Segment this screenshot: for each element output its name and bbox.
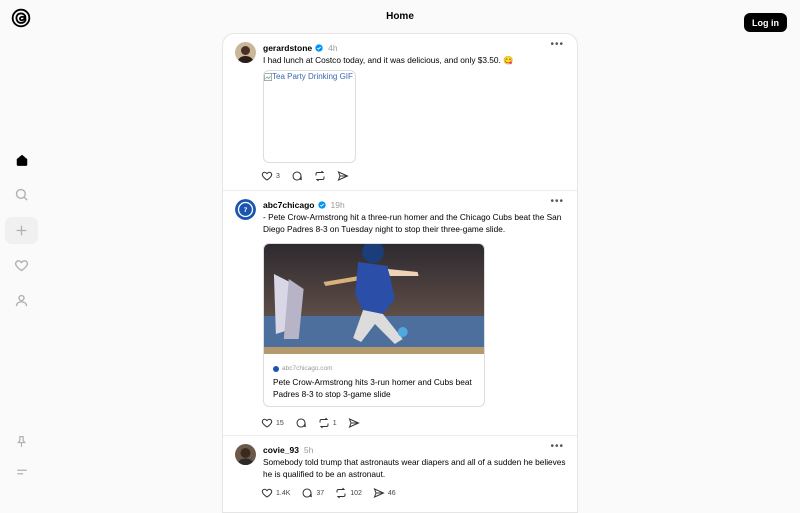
post-time[interactable]: 19h [331,200,345,210]
post[interactable]: covie_93 5h ••• Somebody told trump that… [223,436,577,512]
link-domain: abc7chicago.com [273,365,333,372]
nav-menu[interactable] [5,458,38,485]
nav-create[interactable] [5,217,38,244]
nav-activity[interactable] [5,252,38,279]
page-title: Home [386,11,414,22]
post-text: - Pete Crow-Armstrong hit a three-run ho… [263,212,562,234]
nav-search[interactable] [5,181,38,208]
like-count: 3 [276,172,280,180]
username[interactable]: covie_93 [263,445,299,455]
comment-icon [296,418,306,428]
repost-count: 1 [332,419,337,427]
heart-icon [261,488,273,498]
more-options-button[interactable]: ••• [550,441,564,452]
nav-home[interactable] [5,146,38,173]
repost-count: 102 [350,489,362,497]
share-count: 46 [387,489,396,497]
like-count: 15 [276,419,284,427]
avatar[interactable] [235,444,256,465]
post-actions: 3 [261,170,360,182]
create-icon [16,225,27,236]
nav-profile[interactable] [5,287,38,314]
nav-pinned[interactable] [5,428,38,455]
post-text: Somebody told trump that astronauts wear… [263,457,566,479]
reply-button[interactable]: 37 [301,487,324,499]
profile-icon [15,294,28,307]
verified-badge-icon [315,43,323,52]
feed: gerardstone 4h ••• I had lunch at Costco… [222,33,578,513]
like-count: 1.4K [276,489,291,497]
post-header: abc7chicago 19h [263,199,345,210]
comment-icon [292,171,302,181]
send-icon [337,171,349,181]
reply-count: 37 [316,489,325,497]
post[interactable]: 7 abc7chicago 19h ••• - Pete Crow-Armstr… [223,191,577,436]
repost-button[interactable] [314,170,326,182]
reply-button[interactable] [295,417,307,429]
login-button[interactable]: Log in [744,13,787,32]
username[interactable]: gerardstone [263,43,312,53]
verified-badge-icon [317,200,326,209]
send-icon [373,488,385,498]
send-icon [348,418,360,428]
like-button[interactable]: 15 [261,417,284,429]
heart-icon [261,418,273,428]
repost-icon [319,417,329,429]
post-time[interactable]: 4h [328,43,337,53]
search-icon [15,188,28,201]
site-favicon-icon [273,365,279,372]
gif-alt-text: Tea Party Drinking GIF [264,71,355,81]
link-title: Pete Crow-Armstrong hits 3-run homer and… [273,377,472,399]
post-text: I had lunch at Costco today, and it was … [263,55,514,65]
post-actions: 15 1 [261,417,371,429]
heart-icon [14,260,29,272]
post-actions: 1.4K 37 102 46 [261,487,407,499]
post-header: gerardstone 4h [263,42,338,53]
repost-button[interactable]: 102 [335,487,362,499]
username[interactable]: abc7chicago [263,200,315,210]
pin-icon [17,436,26,447]
like-button[interactable]: 3 [261,170,280,182]
share-button[interactable]: 46 [373,487,396,499]
reply-button[interactable] [291,170,303,182]
link-preview-image [264,244,484,354]
share-button[interactable] [348,417,360,429]
post-time[interactable]: 5h [304,445,313,455]
broken-image-icon [264,72,272,81]
post-gif[interactable]: Tea Party Drinking GIF [263,70,356,163]
post-header: covie_93 5h [263,444,313,455]
menu-icon [16,469,27,474]
more-options-button[interactable]: ••• [550,39,564,50]
repost-icon [336,487,346,499]
avatar[interactable]: 7 [235,199,256,220]
avatar[interactable] [235,42,256,63]
more-options-button[interactable]: ••• [550,196,564,207]
heart-icon [261,171,273,181]
link-preview-card[interactable]: abc7chicago.com Pete Crow-Armstrong hits… [263,243,485,407]
repost-icon [315,170,325,182]
home-icon [16,154,27,166]
post[interactable]: gerardstone 4h ••• I had lunch at Costco… [223,34,577,191]
svg-text:7: 7 [244,207,248,214]
like-button[interactable]: 1.4K [261,487,290,499]
share-button[interactable] [337,170,349,182]
repost-button[interactable]: 1 [318,417,337,429]
comment-icon [302,488,313,498]
sidebar [0,0,42,500]
